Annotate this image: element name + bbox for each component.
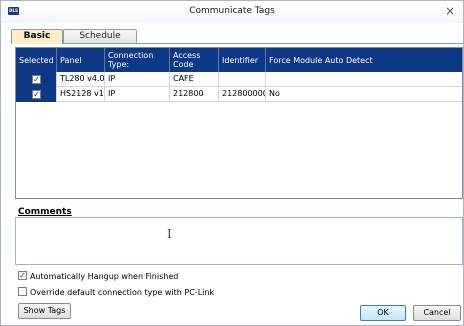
column-header-access-code[interactable]: Access Code — [170, 48, 219, 72]
row-select-checkbox[interactable]: ✓ — [32, 90, 41, 99]
column-header-selected[interactable]: Selected — [16, 48, 57, 72]
title-bar: DLS Communicate Tags × — [1, 1, 463, 23]
identifier-cell[interactable]: 2128000000 — [219, 87, 266, 102]
cancel-button[interactable]: Cancel — [413, 305, 461, 321]
access-code-cell[interactable]: 212800 — [170, 87, 219, 102]
force-module-auto-detect-cell[interactable]: No — [266, 87, 462, 102]
override-connection-checkbox[interactable] — [18, 287, 27, 296]
text-cursor-icon: I — [167, 227, 172, 241]
tab-basic[interactable]: Basic — [11, 29, 63, 44]
table-header: Selected Panel Connection Type: Access C… — [16, 48, 462, 72]
connection-type-cell[interactable]: IP — [105, 87, 170, 102]
comments-label: Comments — [18, 207, 72, 217]
column-header-connection-type[interactable]: Connection Type: — [105, 48, 170, 72]
auto-hangup-option[interactable]: ✓ Automatically Hangup when Finished — [18, 271, 178, 283]
identifier-cell[interactable] — [219, 72, 266, 87]
tab-panel-border — [11, 43, 463, 44]
override-connection-label[interactable]: Override default connection type with PC… — [30, 288, 214, 297]
table-row[interactable]: ✓ TL280 v4.0 IP CAFE — [16, 72, 462, 87]
panel-cell[interactable]: TL280 v4.0 — [57, 72, 105, 87]
window-title: Communicate Tags — [189, 6, 275, 16]
column-header-panel[interactable]: Panel — [57, 48, 105, 72]
panel-cell[interactable]: HS2128 v1.1 — [57, 87, 105, 102]
access-code-cell[interactable]: CAFE — [170, 72, 219, 87]
selected-cell[interactable]: ✓ — [16, 72, 57, 87]
row-select-checkbox[interactable]: ✓ — [32, 75, 41, 84]
connection-type-cell[interactable]: IP — [105, 72, 170, 87]
table-row[interactable]: ✓ HS2128 v1.1 IP 212800 2128000000 No — [16, 87, 462, 102]
close-icon[interactable]: × — [443, 4, 457, 18]
tab-strip: Basic Schedule — [11, 29, 311, 44]
selected-cell[interactable]: ✓ — [16, 87, 57, 102]
ok-button[interactable]: OK — [360, 305, 406, 321]
communicate-tags-dialog: DLS Communicate Tags × Basic Schedule Se… — [0, 0, 464, 326]
column-header-identifier[interactable]: Identifier — [219, 48, 266, 72]
column-header-force-module-auto-detect[interactable]: Force Module Auto Detect — [266, 48, 462, 72]
panels-table: Selected Panel Connection Type: Access C… — [15, 47, 463, 199]
auto-hangup-checkbox[interactable]: ✓ — [18, 271, 27, 280]
comments-textarea[interactable] — [15, 217, 463, 265]
auto-hangup-label[interactable]: Automatically Hangup when Finished — [30, 272, 178, 281]
tab-schedule[interactable]: Schedule — [63, 29, 137, 43]
show-tags-button[interactable]: Show Tags — [18, 303, 71, 319]
force-module-auto-detect-cell[interactable] — [266, 72, 462, 87]
override-connection-option[interactable]: Override default connection type with PC… — [18, 287, 214, 299]
